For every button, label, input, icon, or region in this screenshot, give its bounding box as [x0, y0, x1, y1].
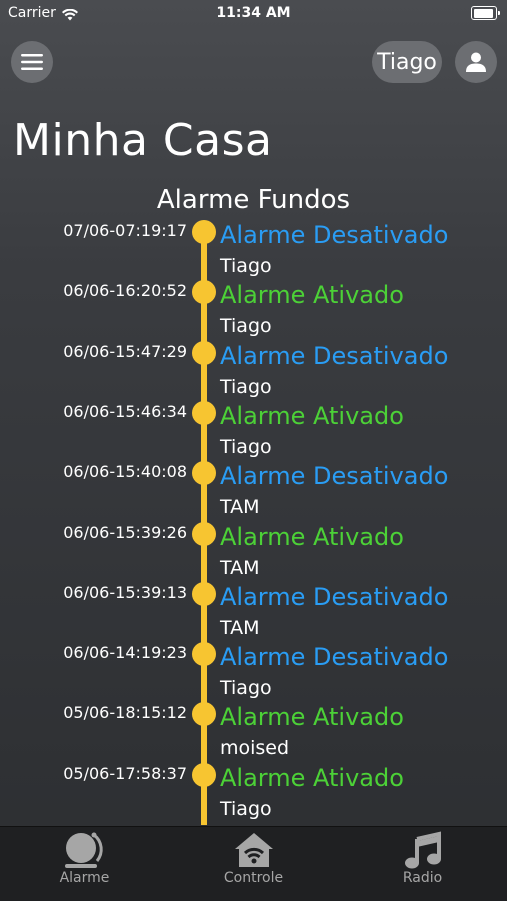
timeline-dot — [192, 762, 216, 787]
event-user: Tiago — [220, 797, 272, 820]
event-status: Alarme Desativado — [220, 341, 449, 370]
home-wifi-icon — [233, 831, 275, 873]
tab-radio-label: Radio — [402, 870, 443, 886]
section-title: Alarme Fundos — [156, 185, 351, 215]
user-name-button[interactable]: Tiago — [372, 41, 442, 83]
timeline-dot — [192, 400, 216, 425]
event-user: Tiago — [220, 255, 272, 277]
tab-bar: Alarme Controle Radio — [0, 826, 507, 901]
event-timestamp: 06/06-16:20:52 — [63, 281, 187, 301]
timeline-dot — [192, 340, 216, 365]
event-status: Alarme Desativado — [220, 221, 449, 249]
event-status: Alarme Ativado — [220, 281, 404, 310]
event-timestamp: 06/06-15:39:13 — [63, 582, 187, 602]
event-user: moised — [220, 737, 290, 760]
timeline-dot — [192, 581, 216, 606]
event-user: Tiago — [220, 435, 272, 458]
event-timestamp: 05/06-18:15:12 — [63, 703, 187, 723]
timeline-event[interactable]: 06/06-15:39:26 Alarme Ativado TAM — [0, 517, 507, 579]
alarm-bell-icon — [61, 831, 109, 875]
tab-radio[interactable]: Radio — [338, 827, 507, 901]
timeline-event[interactable]: 05/06-18:15:12 Alarme Ativado moised — [0, 697, 507, 760]
event-user: TAM — [220, 496, 260, 519]
clock: 11:34 AM — [216, 5, 291, 21]
timeline-event[interactable]: 06/06-15:46:34 Alarme Ativado Tiago — [0, 396, 507, 458]
tab-alarme[interactable]: Alarme — [0, 827, 169, 901]
timeline-dot — [192, 642, 216, 667]
timeline-event[interactable]: 06/06-14:19:23 Alarme Desativado Tiago — [0, 637, 507, 700]
event-status: Alarme Ativado — [220, 522, 404, 551]
event-timestamp: 06/06-14:19:23 — [63, 643, 187, 663]
event-timestamp: 06/06-15:46:34 — [63, 401, 187, 421]
event-user: TAM — [220, 616, 260, 639]
timeline-event[interactable]: 07/06-07:19:17 Alarme Desativado Tiago — [0, 215, 507, 277]
event-timestamp: 06/06-15:39:26 — [63, 522, 187, 542]
tab-controle-label: Controle — [223, 870, 284, 886]
event-user: TAM — [220, 556, 260, 579]
event-timestamp: 07/06-07:19:17 — [63, 221, 187, 240]
tab-controle[interactable]: Controle — [169, 827, 338, 901]
menu-button[interactable] — [11, 41, 53, 83]
event-status: Alarme Ativado — [220, 401, 404, 430]
timeline-event[interactable]: 06/06-15:47:29 Alarme Desativado Tiago — [0, 336, 507, 398]
event-user: Tiago — [220, 315, 272, 338]
event-user: Tiago — [220, 677, 272, 700]
music-note-icon — [403, 831, 443, 875]
event-user: Tiago — [220, 375, 272, 398]
timeline-event[interactable]: 06/06-15:40:08 Alarme Desativado TAM — [0, 456, 507, 519]
user-name-label: Tiago — [377, 49, 437, 75]
timeline-dot — [192, 220, 216, 244]
event-status: Alarme Desativado — [220, 643, 449, 672]
timeline-dot — [192, 461, 216, 486]
page-title: Minha Casa — [13, 115, 273, 166]
event-timestamp: 06/06-15:47:29 — [63, 341, 187, 361]
timeline-dot — [192, 280, 216, 305]
event-status: Alarme Desativado — [220, 582, 449, 611]
event-status: Alarme Ativado — [220, 703, 404, 732]
timeline-event[interactable]: 06/06-15:39:13 Alarme Desativado TAM — [0, 577, 507, 639]
event-status: Alarme Ativado — [220, 763, 404, 792]
timeline-event[interactable]: 06/06-16:20:52 Alarme Ativado Tiago — [0, 275, 507, 338]
event-timestamp: 05/06-17:58:37 — [63, 763, 187, 783]
battery-icon — [471, 6, 500, 20]
event-status: Alarme Desativado — [220, 462, 449, 491]
timeline-event[interactable]: 05/06-17:58:37 Alarme Ativado Tiago — [0, 758, 507, 820]
tab-alarme-label: Alarme — [59, 870, 110, 886]
profile-button[interactable] — [455, 41, 497, 83]
hamburger-icon — [21, 54, 43, 70]
status-bar: Carrier 11:34 AM — [0, 0, 507, 28]
event-timeline[interactable]: 07/06-07:19:17 Alarme Desativado Tiago 06/0… — [0, 215, 507, 825]
timeline-dot — [192, 702, 216, 727]
event-timestamp: 06/06-15:40:08 — [63, 462, 187, 482]
person-icon — [466, 52, 486, 72]
timeline-dot — [192, 521, 216, 546]
